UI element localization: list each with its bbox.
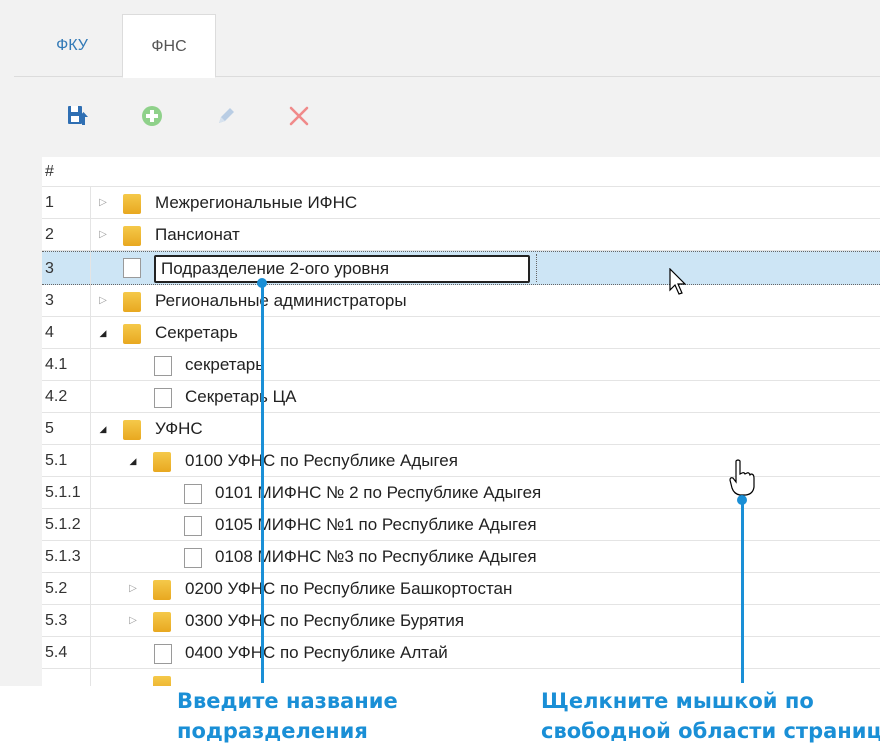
save-button[interactable] <box>62 96 94 136</box>
row-label: 0300 УФНС по Республике Бурятия <box>185 611 465 630</box>
expand-arrow-icon[interactable]: ▷ <box>96 187 110 219</box>
folder-icon <box>153 612 171 632</box>
table-row[interactable]: 2 ▷ Пансионат <box>42 219 880 251</box>
table-row[interactable]: 5.2 ▷ 0200 УФНС по Республике Башкортост… <box>42 573 880 605</box>
row-number: 5.1 <box>42 445 91 477</box>
row-label: Региональные администраторы <box>155 291 407 310</box>
table-row[interactable]: 5 ◢ УФНС <box>42 413 880 445</box>
expand-arrow-icon[interactable]: ▷ <box>96 219 110 251</box>
collapse-arrow-icon[interactable]: ◢ <box>96 413 110 445</box>
grid-header-row: # <box>42 157 880 187</box>
table-row[interactable]: 4 ◢ Секретарь <box>42 317 880 349</box>
arrow-cursor-icon <box>669 268 687 295</box>
table-row[interactable]: 5.3 ▷ 0300 УФНС по Республике Бурятия <box>42 605 880 637</box>
close-x-icon <box>289 106 309 126</box>
expand-arrow-icon[interactable]: ▷ <box>96 285 110 317</box>
table-row[interactable]: 4.1 секретарь <box>42 349 880 381</box>
row-number: 4.2 <box>42 381 91 413</box>
row-label: 0100 УФНС по Республике Адыгея <box>185 451 458 470</box>
document-icon <box>154 356 172 376</box>
row-label: Пансионат <box>155 225 240 244</box>
folder-icon <box>123 292 141 312</box>
expand-arrow-icon[interactable]: ▷ <box>126 605 140 637</box>
callout-left-line2: подразделения <box>177 719 368 743</box>
row-number: 5.3 <box>42 605 91 637</box>
callout-text-right: Щелкните мышкой по свободной области стр… <box>541 686 880 746</box>
row-number: 5 <box>42 413 91 445</box>
callout-line-left <box>261 283 264 683</box>
table-row[interactable]: 5.1.2 0105 МИФНС №1 по Республике Адыгея <box>42 509 880 541</box>
tab-fku[interactable]: ФКУ <box>28 14 116 77</box>
row-number: 4.1 <box>42 349 91 381</box>
cell-divider <box>536 254 537 282</box>
row-label: УФНС <box>155 419 203 438</box>
folder-icon <box>153 580 171 600</box>
table-row[interactable]: 1 ▷ Межрегиональные ИФНС <box>42 187 880 219</box>
callout-line-right <box>741 500 744 683</box>
folder-icon <box>153 452 171 472</box>
collapse-arrow-icon[interactable]: ◢ <box>96 317 110 349</box>
grid-header-num: # <box>45 163 54 180</box>
callout-right-line1: Щелкните мышкой по <box>541 689 814 713</box>
callout-left-line1: Введите название <box>177 689 398 713</box>
row-number: 5.2 <box>42 573 91 605</box>
app-window: ФКУ ФНС # 1 ▷ Межрегиональные ИФНС 2 ▷ П… <box>0 0 880 686</box>
pencil-icon <box>219 108 234 123</box>
table-row[interactable]: 3 ▷ Региональные администраторы <box>42 285 880 317</box>
hand-cursor-icon <box>729 459 755 496</box>
tree-grid: # 1 ▷ Межрегиональные ИФНС 2 ▷ Пансионат… <box>42 157 880 686</box>
table-row[interactable]: 5.4 0400 УФНС по Республике Алтай <box>42 637 880 669</box>
row-number: 3 <box>42 285 91 317</box>
folder-icon <box>123 324 141 344</box>
row-label: Межрегиональные ИФНС <box>155 193 358 212</box>
document-icon <box>154 388 172 408</box>
row-number: 5.4 <box>42 637 91 669</box>
document-icon <box>154 644 172 664</box>
tab-fns[interactable]: ФНС <box>122 14 216 78</box>
folder-icon <box>123 420 141 440</box>
folder-icon <box>123 226 141 246</box>
folder-icon <box>123 194 141 214</box>
collapse-arrow-icon[interactable]: ◢ <box>126 445 140 477</box>
row-number: 2 <box>42 219 91 251</box>
row-number: 4 <box>42 317 91 349</box>
row-number: 5.1.1 <box>42 477 91 509</box>
row-number <box>42 669 91 686</box>
row-number: 5.1.2 <box>42 509 91 541</box>
callout-dot-right <box>737 495 747 505</box>
row-label: 0200 УФНС по Республике Башкортостан <box>185 579 513 598</box>
expand-arrow-icon[interactable]: ▷ <box>126 573 140 605</box>
add-button[interactable] <box>136 96 168 136</box>
row-label: секретарь <box>185 355 265 374</box>
delete-button[interactable] <box>283 96 315 136</box>
document-icon <box>184 548 202 568</box>
row-number: 5.1.3 <box>42 541 91 573</box>
callout-right-line2: свободной области страницы <box>541 719 880 743</box>
row-label: Секретарь <box>155 323 238 342</box>
table-row[interactable]: 5.1.3 0108 МИФНС №3 по Республике Адыгея <box>42 541 880 573</box>
document-icon <box>184 516 202 536</box>
document-icon <box>184 484 202 504</box>
row-number: 1 <box>42 187 91 219</box>
row-label: Секретарь ЦА <box>185 387 297 406</box>
table-row-partial[interactable] <box>42 669 880 686</box>
row-number: 3 <box>42 252 91 286</box>
table-row-selected[interactable]: 3 <box>42 251 880 286</box>
unit-name-input[interactable] <box>154 255 530 283</box>
table-row[interactable]: 4.2 Секретарь ЦА <box>42 381 880 413</box>
tab-bar: ФКУ ФНС <box>14 0 880 78</box>
row-label: 0400 УФНС по Республике Алтай <box>185 643 448 662</box>
save-upload-icon <box>68 106 88 125</box>
callout-text-left: Введите название подразделения <box>177 686 398 746</box>
edit-button[interactable] <box>210 96 242 136</box>
folder-icon <box>153 676 171 686</box>
plus-circle-icon <box>142 106 162 126</box>
callout-dot-left <box>257 278 267 288</box>
document-icon <box>123 258 141 278</box>
